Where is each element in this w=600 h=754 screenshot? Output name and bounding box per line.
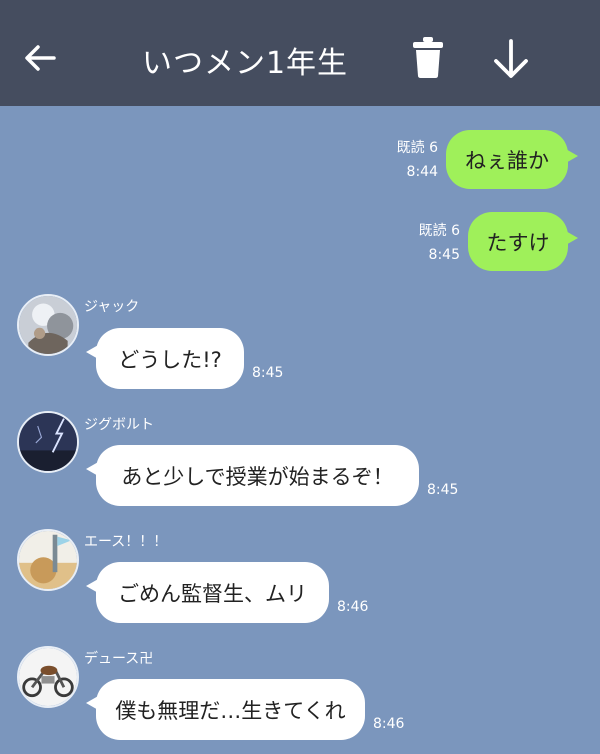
incoming-message[interactable]: ごめん監督生、ムリ xyxy=(86,562,329,623)
sender-name: エース！！！ xyxy=(84,534,168,550)
message-time: 8:44 xyxy=(406,164,438,180)
arrow-down-icon xyxy=(494,39,528,78)
read-receipt: 既読 6 xyxy=(396,140,438,156)
sender-name: ジグボルト xyxy=(84,417,154,433)
message-time: 8:45 xyxy=(427,482,459,498)
wolf-avatar-icon xyxy=(19,296,77,354)
back-button[interactable] xyxy=(22,40,58,76)
sender-name: デュース卍 xyxy=(84,651,154,667)
message-time: 8:46 xyxy=(373,716,405,732)
arrow-left-icon xyxy=(25,45,56,71)
chat-title: いつメン1年生 xyxy=(141,46,349,81)
outgoing-message[interactable]: たすけ xyxy=(468,212,578,271)
lightning-avatar-icon xyxy=(19,413,77,471)
download-button[interactable] xyxy=(490,38,532,80)
motorcycle-avatar-icon xyxy=(19,648,77,706)
sunset-avatar-icon xyxy=(19,531,77,589)
avatar-deuce[interactable] xyxy=(17,646,79,708)
message-time: 8:45 xyxy=(428,247,460,263)
avatar-jack[interactable] xyxy=(17,294,79,356)
message-time: 8:45 xyxy=(252,365,284,381)
avatar-jigbolt[interactable] xyxy=(17,411,79,473)
chat-header: いつメン1年生 xyxy=(0,0,600,106)
incoming-message[interactable]: あと少しで授業が始まるぞ！ xyxy=(86,445,419,506)
outgoing-message[interactable]: ねぇ誰か xyxy=(446,130,578,189)
trash-icon xyxy=(413,37,443,78)
sender-name: ジャック xyxy=(84,299,140,315)
delete-button[interactable] xyxy=(410,35,446,79)
incoming-message[interactable]: 僕も無理だ…生きてくれ xyxy=(86,679,365,740)
message-time: 8:46 xyxy=(337,599,369,615)
avatar-ace[interactable] xyxy=(17,529,79,591)
read-receipt: 既読 6 xyxy=(418,223,460,239)
incoming-message[interactable]: どうした!? xyxy=(86,328,244,389)
